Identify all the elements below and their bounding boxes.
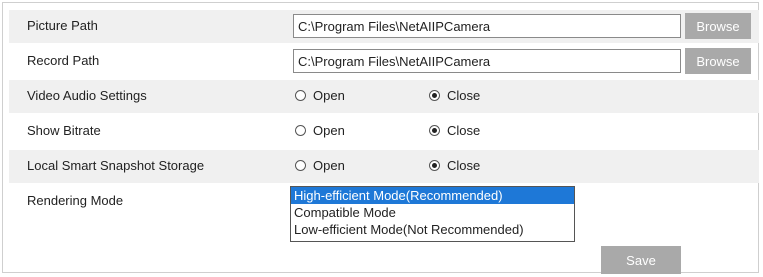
show-bitrate-row: Show Bitrate Open Close [9,115,759,148]
show-bitrate-open-label: Open [313,123,345,138]
picture-path-browse-button[interactable]: Browse [685,13,751,39]
radio-unchecked-icon[interactable] [295,90,306,101]
radio-unchecked-icon[interactable] [295,160,306,171]
rendering-mode-option[interactable]: Low-efficient Mode(Not Recommended) [291,221,574,238]
local-snapshot-row: Local Smart Snapshot Storage Open Close [9,150,759,183]
settings-panel: Picture Path Browse Record Path Browse V… [2,2,759,274]
picture-path-row: Picture Path Browse [9,10,759,43]
local-snapshot-open-label: Open [313,158,345,173]
rendering-mode-label: Rendering Mode [27,193,124,208]
record-path-input[interactable] [293,49,681,73]
save-button[interactable]: Save [601,246,681,274]
show-bitrate-open-radio[interactable]: Open [295,123,345,138]
show-bitrate-label: Show Bitrate [27,123,101,138]
local-snapshot-close-radio[interactable]: Close [429,158,480,173]
picture-path-label: Picture Path [27,18,98,33]
record-path-label: Record Path [27,53,100,68]
local-snapshot-open-radio[interactable]: Open [295,158,345,173]
local-snapshot-label: Local Smart Snapshot Storage [27,158,205,173]
video-audio-label: Video Audio Settings [27,88,147,103]
local-snapshot-close-label: Close [447,158,481,173]
video-audio-close-radio[interactable]: Close [429,88,480,103]
video-audio-open-label: Open [313,88,345,103]
radio-checked-icon[interactable] [429,90,440,101]
video-audio-open-radio[interactable]: Open [295,88,345,103]
rendering-mode-option[interactable]: High-efficient Mode(Recommended) [291,187,574,204]
record-path-browse-button[interactable]: Browse [685,48,751,74]
radio-unchecked-icon[interactable] [295,125,306,136]
video-audio-close-label: Close [447,88,481,103]
show-bitrate-close-radio[interactable]: Close [429,123,480,138]
video-audio-row: Video Audio Settings Open Close [9,80,759,113]
show-bitrate-close-label: Close [447,123,481,138]
rendering-mode-dropdown-list[interactable]: High-efficient Mode(Recommended) Compati… [290,186,575,242]
record-path-row: Record Path Browse [9,45,759,78]
picture-path-input[interactable] [293,14,681,38]
rendering-mode-option[interactable]: Compatible Mode [291,204,574,221]
radio-checked-icon[interactable] [429,125,440,136]
radio-checked-icon[interactable] [429,160,440,171]
